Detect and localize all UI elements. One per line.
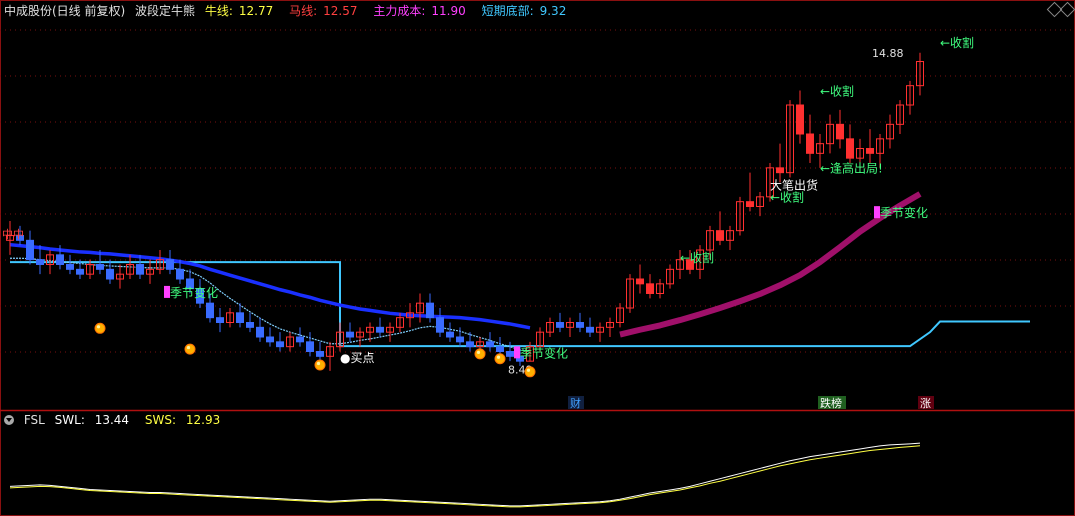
candle-body — [166, 259, 174, 270]
season-change-label: 季节变化 — [520, 345, 568, 360]
candle-body — [346, 331, 354, 338]
candle-body — [716, 230, 724, 241]
candle-body — [836, 123, 844, 140]
swl-label: SWL: 13.44 — [54, 413, 130, 427]
candle-body — [446, 331, 454, 338]
coin-highlight — [496, 355, 501, 359]
long-ma-line — [9, 242, 531, 330]
signal-label: ←收割 — [940, 35, 974, 50]
candle-body — [646, 283, 654, 295]
ma-horse-label: 马线: 12.57 — [289, 4, 358, 18]
candle-body — [316, 351, 324, 357]
signal-label: ←收割 — [680, 250, 714, 265]
candle-body — [556, 322, 564, 328]
sws-label: SWS: 12.93 — [144, 413, 221, 427]
signal-label: ←逢高出局! — [820, 161, 883, 176]
season-change-label: 季节变化 — [880, 205, 928, 220]
candle-body — [576, 322, 584, 328]
candle-body — [246, 322, 254, 328]
coin-highlight — [316, 361, 321, 366]
left-marker: 中中 — [2, 228, 24, 241]
dropdown-icon[interactable] — [4, 415, 14, 425]
candle-body — [796, 104, 804, 135]
swl-line — [9, 442, 921, 507]
candle-body — [776, 167, 784, 174]
coin-highlight — [476, 350, 481, 355]
sub-indicator-name: FSL — [23, 413, 45, 427]
indicator-name: 波段定牛熊 — [135, 4, 196, 18]
signal-label: ←收割 — [820, 83, 854, 98]
stock-title: 中成股份(日线 前复权) — [4, 4, 126, 18]
candle-body — [206, 302, 214, 319]
candle-body — [176, 268, 184, 280]
coin-icon — [314, 359, 326, 371]
candle-body — [586, 326, 594, 333]
signal-label: 大笔出货 — [770, 178, 818, 193]
candle-body — [376, 326, 384, 333]
candle-body — [456, 336, 464, 343]
candle-body — [36, 259, 44, 265]
candle-body — [56, 254, 64, 265]
coin-icon — [474, 348, 486, 360]
candle-body — [306, 341, 314, 353]
ma-bull-label: 牛线: 12.77 — [204, 4, 274, 18]
coin-icon — [184, 343, 196, 355]
coin-icon — [524, 366, 536, 378]
candle-body — [66, 264, 74, 270]
candle-body — [636, 278, 644, 285]
candle-body — [236, 312, 244, 324]
coin-icon — [94, 322, 106, 334]
candle-body — [296, 336, 304, 343]
badge-label: 涨 — [920, 397, 931, 410]
candle-body — [76, 268, 84, 275]
candle-body — [426, 302, 434, 319]
candle-body — [846, 138, 854, 159]
candle-body — [106, 268, 114, 280]
chart-header: 中成股份(日线 前复权) 波段定牛熊 牛线: 12.77 马线: 12.57 主力成… — [4, 3, 578, 19]
high-price-label: 14.88 — [872, 47, 904, 60]
coin-highlight — [96, 325, 101, 329]
price-chart[interactable]: 14.888.49季节变化季节变化季节变化●买点←收割←收割←收割←收割大笔出货… — [0, 0, 1075, 516]
short-bottom-label: 短期底部: 9.32 — [481, 4, 567, 18]
candle-body — [256, 326, 264, 338]
candle-body — [486, 341, 494, 348]
candle-body — [466, 341, 474, 348]
candle-body — [866, 148, 874, 154]
candle-body — [266, 336, 274, 343]
candle-body — [806, 133, 814, 154]
badge-label: 跌榜 — [820, 396, 842, 410]
coin-icon — [494, 353, 506, 365]
season-change-label: 季节变化 — [170, 285, 218, 300]
badge-label: 财 — [570, 396, 581, 410]
coin-highlight — [186, 345, 191, 350]
candle-body — [276, 341, 284, 348]
candle-body — [436, 317, 444, 333]
candle-body — [496, 346, 504, 352]
candle-body — [136, 264, 144, 275]
main-cost-label: 主力成本: 11.90 — [373, 4, 466, 18]
signal-label: ●买点 — [340, 351, 374, 365]
sws-line — [9, 445, 921, 508]
candle-body — [26, 239, 34, 261]
sub-panel-header: FSL SWL: 13.44 SWS: 12.93 — [4, 412, 232, 428]
short-bottom-line — [10, 261, 1030, 348]
candle-body — [96, 264, 104, 270]
candle-body — [506, 351, 514, 357]
candle-body — [216, 317, 224, 323]
coin-highlight — [526, 368, 531, 372]
candle-body — [746, 201, 754, 208]
